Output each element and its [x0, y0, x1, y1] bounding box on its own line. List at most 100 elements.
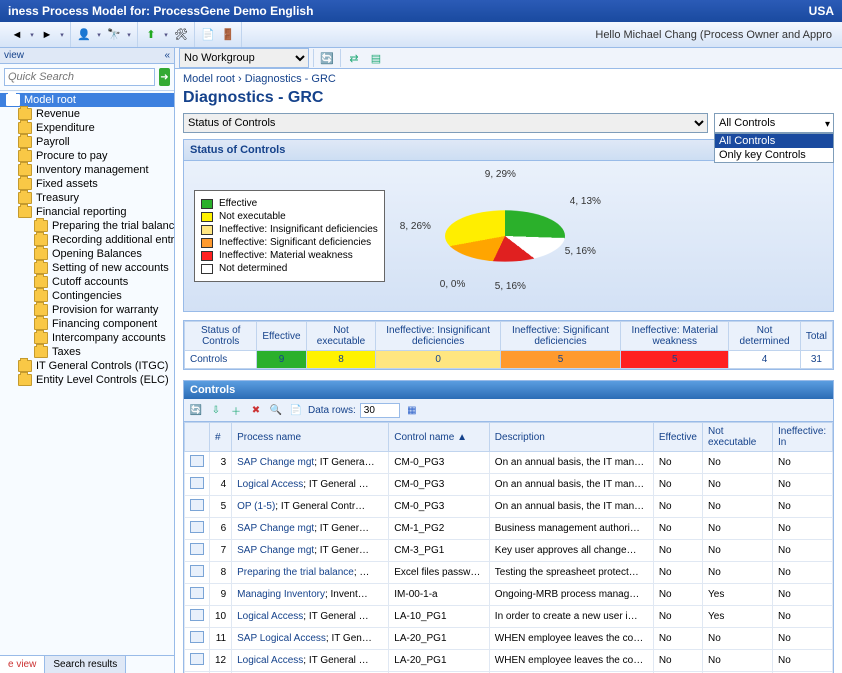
tree-item[interactable]: Contingencies	[0, 289, 174, 303]
refresh-grid-icon[interactable]: 🔄	[188, 402, 204, 418]
breadcrumb: Model root › Diagnostics - GRC	[175, 69, 842, 89]
process-link[interactable]: Logical Access	[237, 479, 303, 490]
col-header[interactable]: Control name ▲	[389, 423, 490, 452]
tree-item[interactable]: Treasury	[0, 191, 174, 205]
report-icon[interactable]: 📄	[199, 26, 217, 44]
process-link[interactable]: Logical Access	[237, 611, 303, 622]
tree-item[interactable]: Cutoff accounts	[0, 275, 174, 289]
controls-filter-selected[interactable]: All Controls	[714, 113, 834, 133]
tree-item[interactable]: Model root	[0, 93, 174, 107]
col-header[interactable]: Description	[489, 423, 653, 452]
table-row[interactable]: 10Logical Access; IT General …LA-10_PG1I…	[185, 606, 833, 628]
tools-icon[interactable]: 🛠	[172, 26, 190, 44]
tree-item[interactable]: Taxes	[0, 345, 174, 359]
table-row[interactable]: 5OP (1-5); IT General Contr…CM-0_PG3On a…	[185, 496, 833, 518]
tree-item[interactable]: Preparing the trial balance	[0, 219, 174, 233]
tab-search-results[interactable]: Search results	[45, 656, 126, 673]
process-link[interactable]: Logical Access	[237, 655, 303, 666]
opt-all-controls[interactable]: All Controls	[715, 134, 833, 148]
doc-icon[interactable]	[190, 477, 204, 489]
opt-key-controls[interactable]: Only key Controls	[715, 148, 833, 162]
col-header[interactable]: #	[210, 423, 232, 452]
process-link[interactable]: Preparing the trial balance	[237, 567, 354, 578]
tree-item[interactable]: Payroll	[0, 135, 174, 149]
col-header[interactable]: Ineffective: In	[773, 423, 833, 452]
doc-icon[interactable]	[190, 653, 204, 665]
doc-icon[interactable]	[190, 499, 204, 511]
grid-toolbar: 🔄 ⇩ ＋ ✖ 🔍 📄 Data rows: ▦	[184, 399, 833, 422]
workgroup-select[interactable]: No Workgroup	[179, 48, 309, 68]
process-link[interactable]: SAP Change mgt	[237, 457, 314, 468]
tab-eview[interactable]: e view	[0, 656, 45, 673]
delete-icon[interactable]: ✖	[248, 402, 264, 418]
tree-item[interactable]: Provision for warranty	[0, 303, 174, 317]
col-header[interactable]: Effective	[653, 423, 702, 452]
back-dropdown[interactable]: ▾	[28, 26, 36, 44]
tree-item[interactable]: Setting of new accounts	[0, 261, 174, 275]
door-icon[interactable]: 🚪	[219, 26, 237, 44]
export-grid-icon[interactable]: ⇩	[208, 402, 224, 418]
table-row[interactable]: 9Managing Inventory; Invent…IM-00-1-aOng…	[185, 584, 833, 606]
zoom-icon[interactable]: 🔍	[268, 402, 284, 418]
folder-icon	[18, 192, 32, 204]
refresh-icon[interactable]: 🔄	[318, 49, 336, 67]
tree-item[interactable]: Procure to pay	[0, 149, 174, 163]
tree-item[interactable]: Expenditure	[0, 121, 174, 135]
add-icon[interactable]: ＋	[228, 402, 244, 418]
tree-item[interactable]: Inventory management	[0, 163, 174, 177]
process-link[interactable]: Managing Inventory	[237, 589, 325, 600]
status-filter[interactable]: Status of Controls	[183, 113, 708, 133]
doc-icon[interactable]	[190, 543, 204, 555]
tree-item[interactable]: Fixed assets	[0, 177, 174, 191]
table-row[interactable]: 4Logical Access; IT General …CM-0_PG3On …	[185, 474, 833, 496]
tree-item[interactable]: Intercompany accounts	[0, 331, 174, 345]
doc-icon[interactable]	[190, 565, 204, 577]
table-row[interactable]: 3SAP Change mgt; IT Genera…CM-0_PG3On an…	[185, 452, 833, 474]
process-link[interactable]: SAP Change mgt	[237, 545, 314, 556]
search-go-icon[interactable]: ➜	[159, 68, 170, 86]
summary-table: Status of ControlsEffectiveNot executabl…	[183, 320, 834, 370]
doc-icon[interactable]	[190, 455, 204, 467]
doc-icon[interactable]	[190, 521, 204, 533]
process-link[interactable]: OP (1-5)	[237, 501, 275, 512]
table-row[interactable]: 11SAP Logical Access; IT Gen…LA-20_PG1WH…	[185, 628, 833, 650]
table-row[interactable]: 7SAP Change mgt; IT Gener…CM-3_PG1Key us…	[185, 540, 833, 562]
col-header[interactable]: Not executable	[703, 423, 773, 452]
sheet-icon[interactable]: ▤	[367, 49, 385, 67]
process-link[interactable]: SAP Change mgt	[237, 523, 314, 534]
swatch-icon	[201, 212, 213, 222]
forward-dropdown[interactable]: ▾	[58, 26, 66, 44]
tree-item[interactable]: Financing component	[0, 317, 174, 331]
compare-icon[interactable]: ⇄	[345, 49, 363, 67]
tree-item[interactable]: IT General Controls (ITGC)	[0, 359, 174, 373]
tree-item[interactable]: Opening Balances	[0, 247, 174, 261]
rows-input[interactable]	[360, 403, 400, 418]
doc-icon[interactable]	[190, 609, 204, 621]
crumb-current[interactable]: Diagnostics - GRC	[245, 73, 336, 85]
user-icon[interactable]: 👤	[75, 26, 93, 44]
page-icon[interactable]: 📄	[288, 402, 304, 418]
col-header[interactable]: Process name	[232, 423, 389, 452]
controls-filter[interactable]: All Controls All Controls Only key Contr…	[714, 113, 834, 133]
tree-item[interactable]: Revenue	[0, 107, 174, 121]
binoculars-icon[interactable]: 🔭	[105, 26, 123, 44]
collapse-icon[interactable]: «	[164, 50, 170, 61]
table-row[interactable]: 8Preparing the trial balance; …Excel fil…	[185, 562, 833, 584]
chart-legend: EffectiveNot executableIneffective: Insi…	[194, 190, 385, 282]
doc-icon[interactable]	[190, 631, 204, 643]
folder-icon	[18, 122, 32, 134]
forward-icon[interactable]: ►	[38, 26, 56, 44]
process-link[interactable]: SAP Logical Access	[237, 633, 326, 644]
crumb-root[interactable]: Model root	[183, 73, 235, 85]
col-header[interactable]	[185, 423, 210, 452]
doc-icon[interactable]	[190, 587, 204, 599]
back-icon[interactable]: ◄	[8, 26, 26, 44]
table-row[interactable]: 6SAP Change mgt; IT Gener…CM-1_PG2Busine…	[185, 518, 833, 540]
layout-icon[interactable]: ▦	[404, 402, 420, 418]
tree-item[interactable]: Financial reporting	[0, 205, 174, 219]
search-input[interactable]	[4, 68, 155, 86]
tree-item[interactable]: Entity Level Controls (ELC)	[0, 373, 174, 387]
export-icon[interactable]: ⬆	[142, 26, 160, 44]
tree-item[interactable]: Recording additional entries	[0, 233, 174, 247]
table-row[interactable]: 12Logical Access; IT General …LA-20_PG1W…	[185, 650, 833, 672]
